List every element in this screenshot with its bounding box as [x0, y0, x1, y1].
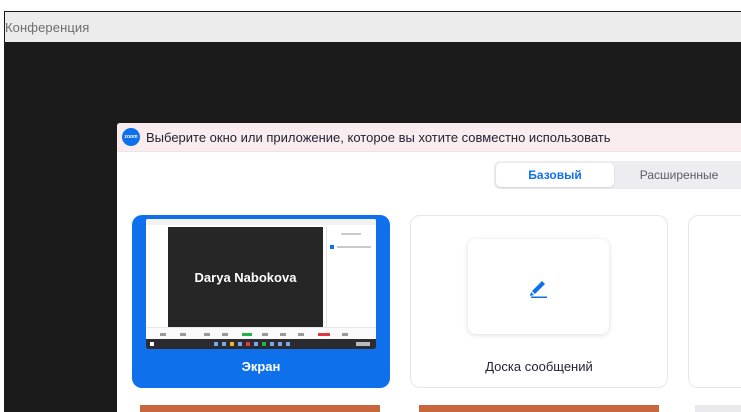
thumbnail-ctrl: [280, 333, 286, 336]
thumbnail-taskbar: [146, 339, 376, 349]
tab-basic-label: Базовый: [528, 168, 582, 182]
tab-advanced[interactable]: Расширенные: [614, 163, 741, 187]
share-option-window-thumbnail[interactable]: [140, 405, 380, 412]
window-title: Конференция: [5, 19, 90, 35]
thumbnail-ctrl: [298, 333, 304, 336]
share-option-next[interactable]: [688, 215, 741, 388]
pen-icon: [529, 280, 547, 298]
thumbnail-ctrl-share: [242, 333, 252, 336]
thumbnail-taskbar-icon: [246, 342, 250, 346]
thumbnail-taskbar-icon: [254, 342, 258, 346]
thumbnail-panel-header: [341, 233, 361, 235]
dialog-header: zoom Выберите окно или приложение, котор…: [117, 123, 741, 152]
thumbnail-window-bar: [146, 219, 376, 225]
thumbnail-taskbar-icon: [214, 342, 218, 346]
thumbnail-taskbar-icon: [230, 342, 234, 346]
thumbnail-taskbar-icon: [238, 342, 242, 346]
thumbnail-panel-row: [337, 246, 371, 248]
share-option-window-thumbnail[interactable]: [419, 405, 659, 412]
thumbnail-participant-name: Darya Nabokova: [194, 269, 297, 285]
whiteboard-preview: [468, 239, 609, 334]
share-mode-tabs: Базовый Расширенные: [494, 161, 741, 189]
tab-basic[interactable]: Базовый: [496, 163, 614, 187]
thumbnail-side-panel: [326, 227, 374, 327]
thumbnail-video-tile: Darya Nabokova: [168, 227, 323, 327]
dialog-title: Выберите окно или приложение, которое вы…: [146, 129, 611, 145]
screen-top-edge: [0, 0, 741, 11]
share-screen-dialog: zoom Выберите окно или приложение, котор…: [117, 123, 741, 412]
thumbnail-ctrl-end: [318, 333, 330, 336]
zoom-logo-icon: zoom: [122, 128, 140, 146]
screen-thumbnail: Darya Nabokova: [146, 219, 376, 349]
tab-advanced-label: Расширенные: [639, 168, 719, 182]
share-option-whiteboard[interactable]: Доска сообщений: [410, 215, 668, 388]
thumbnail-taskbar-icon: [262, 342, 266, 346]
thumbnail-ctrl: [160, 333, 166, 336]
thumbnail-taskbar-icon: [150, 342, 154, 346]
thumbnail-panel-avatar: [330, 245, 334, 249]
thumbnail-ctrl: [180, 333, 186, 336]
thumbnail-taskbar-clock: [356, 342, 370, 346]
share-option-screen-label: Экран: [241, 359, 281, 374]
thumbnail-taskbar-icon: [270, 342, 274, 346]
thumbnail-ctrl: [222, 333, 228, 336]
share-option-window-thumbnail[interactable]: [695, 405, 741, 412]
thumbnail-ctrl: [262, 333, 268, 336]
share-option-screen[interactable]: Darya Nabokova Экран: [132, 215, 390, 388]
thumbnail-ctrl: [204, 333, 210, 336]
window-titlebar[interactable]: Конференция: [4, 11, 741, 42]
thumbnail-taskbar-icon: [278, 342, 282, 346]
share-option-whiteboard-label: Доска сообщений: [485, 359, 593, 374]
zoom-logo-text: zoom: [124, 134, 138, 140]
thumbnail-taskbar-icon: [222, 342, 226, 346]
thumbnail-meeting-controls: [146, 327, 376, 339]
thumbnail-ctrl: [342, 333, 348, 336]
thumbnail-taskbar-icon: [286, 342, 290, 346]
